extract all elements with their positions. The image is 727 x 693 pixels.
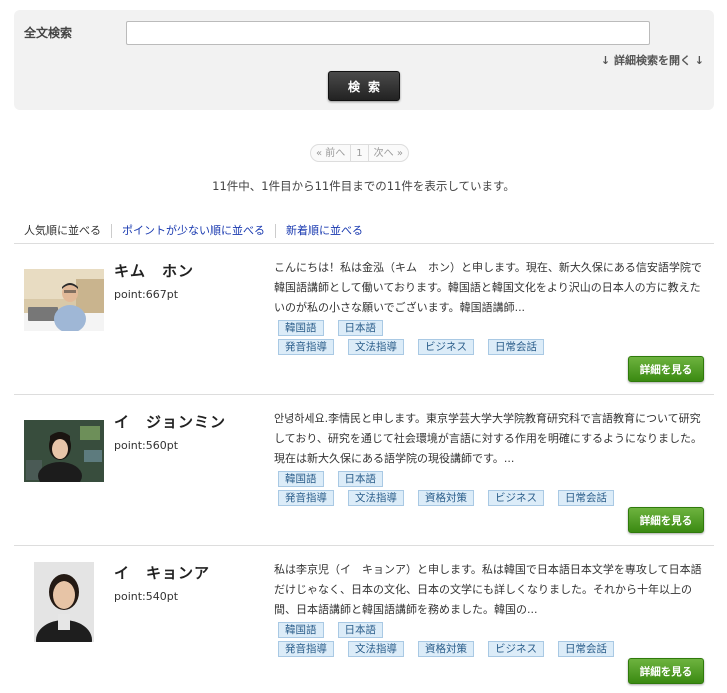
- teacher-description: 안녕하세요.李情民と申します。東京学芸大学大学院教育研究科で言語教育について研究…: [274, 412, 703, 465]
- tag[interactable]: 資格対策: [418, 490, 474, 506]
- teacher-photo[interactable]: [24, 420, 104, 482]
- pager-prev[interactable]: « 前へ: [311, 145, 352, 161]
- sort-newest[interactable]: 新着順に並べる: [275, 224, 373, 238]
- tag-row: 発音指導 文法指導 ビジネス 日常会話: [278, 339, 558, 355]
- search-button[interactable]: 検索: [328, 71, 400, 101]
- tag[interactable]: 韓国語: [278, 622, 324, 638]
- sort-popular: 人気順に並べる: [24, 224, 101, 237]
- teacher-card: イ キョンア point:540pt 私は李京児（イ キョンア）と申します。私は…: [14, 546, 714, 693]
- advanced-search-toggle[interactable]: ↓ 詳細検索を開く ↓: [601, 52, 704, 68]
- search-panel: 全文検索 ↓ 詳細検索を開く ↓ 検索: [14, 10, 714, 110]
- teacher-name[interactable]: イ キョンア: [114, 562, 210, 583]
- tag[interactable]: ビジネス: [418, 339, 474, 355]
- tag[interactable]: 文法指導: [348, 339, 404, 355]
- sort-low-points[interactable]: ポイントが少ない順に並べる: [111, 224, 275, 238]
- tag[interactable]: 発音指導: [278, 641, 334, 657]
- tag[interactable]: 発音指導: [278, 490, 334, 506]
- teacher-name[interactable]: キム ホン: [114, 260, 194, 281]
- tag[interactable]: 日本語: [337, 320, 383, 336]
- teacher-point: point:560pt: [114, 439, 179, 452]
- page: 全文検索 ↓ 詳細検索を開く ↓ 検索 « 前へ 1 次へ » 11件中、1件目…: [0, 0, 727, 693]
- pager-current: 1: [351, 145, 369, 161]
- tag[interactable]: 発音指導: [278, 339, 334, 355]
- tag[interactable]: 文法指導: [348, 490, 404, 506]
- search-label: 全文検索: [24, 26, 73, 40]
- tag[interactable]: 日常会話: [558, 641, 614, 657]
- tag-row: 発音指導 文法指導 資格対策 ビジネス 日常会話: [278, 641, 628, 657]
- teacher-card: イ ジョンミン point:560pt 안녕하세요.李情民と申します。東京学芸大…: [14, 395, 714, 546]
- teacher-description: 私は李京児（イ キョンア）と申します。私は韓国で日本語日本文学を専攻して日本語だ…: [274, 563, 702, 616]
- pager: « 前へ 1 次へ »: [310, 144, 409, 162]
- tag[interactable]: 資格対策: [418, 641, 474, 657]
- tag[interactable]: 韓国語: [278, 320, 324, 336]
- detail-button[interactable]: 詳細を見る: [628, 507, 704, 533]
- tag-row: 韓国語 日本語: [278, 622, 397, 638]
- teacher-point: point:540pt: [114, 590, 179, 603]
- tag[interactable]: 文法指導: [348, 641, 404, 657]
- tag[interactable]: 日常会話: [558, 490, 614, 506]
- teacher-photo[interactable]: [34, 562, 94, 642]
- tag[interactable]: 韓国語: [278, 471, 324, 487]
- detail-button[interactable]: 詳細を見る: [628, 356, 704, 382]
- teacher-name[interactable]: イ ジョンミン: [114, 411, 226, 432]
- tag[interactable]: 日常会話: [488, 339, 544, 355]
- search-input[interactable]: [126, 21, 650, 45]
- tag[interactable]: 日本語: [337, 622, 383, 638]
- teacher-card: キム ホン point:667pt こんにちは！私は金泓（キム ホン）と申します…: [14, 244, 714, 395]
- sort-bar: 人気順に並べる ポイントが少ない順に並べる 新着順に並べる: [14, 219, 714, 243]
- tag-row: 韓国語 日本語: [278, 471, 397, 487]
- tag[interactable]: ビジネス: [488, 490, 544, 506]
- teacher-point: point:667pt: [114, 288, 179, 301]
- teacher-photo[interactable]: [24, 269, 104, 331]
- pager-next[interactable]: 次へ »: [369, 145, 408, 161]
- tag-row: 発音指導 文法指導 資格対策 ビジネス 日常会話: [278, 490, 628, 506]
- detail-button[interactable]: 詳細を見る: [628, 658, 704, 684]
- tag-row: 韓国語 日本語: [278, 320, 397, 336]
- result-count: 11件中、1件目から11件目までの11件を表示しています。: [212, 179, 515, 193]
- tag[interactable]: 日本語: [337, 471, 383, 487]
- tag[interactable]: ビジネス: [488, 641, 544, 657]
- teacher-description: こんにちは！私は金泓（キム ホン）と申します。現在、新大久保にある信安語学院で韓…: [274, 261, 702, 314]
